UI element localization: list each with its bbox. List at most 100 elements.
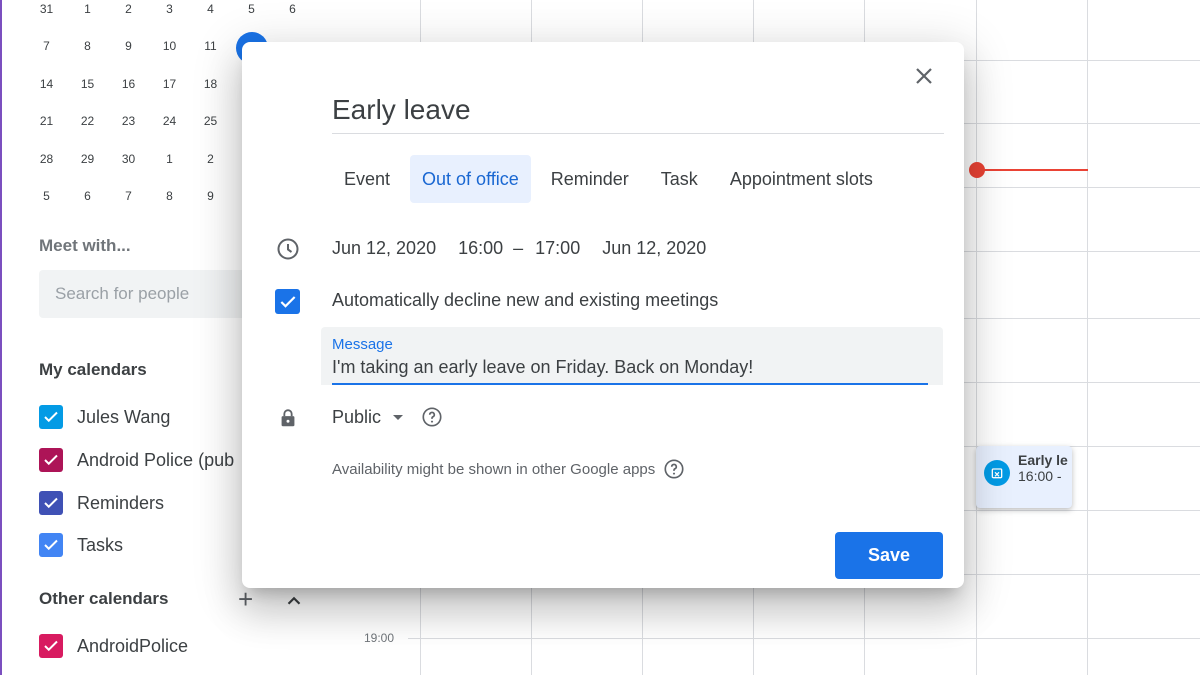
mini-calendar-day[interactable]: 16: [108, 77, 149, 91]
mini-calendar-day[interactable]: 11: [190, 39, 231, 53]
mini-calendar-day[interactable]: 18: [190, 77, 231, 91]
mini-calendar-day[interactable]: 14: [26, 77, 67, 91]
calendar-item-androidpolice[interactable]: AndroidPolice: [39, 634, 188, 658]
mini-calendar-day[interactable]: 23: [108, 114, 149, 128]
tab-reminder[interactable]: Reminder: [539, 155, 641, 203]
mini-calendar-day[interactable]: 6: [272, 2, 313, 16]
out-of-office-dialog: Early leave Event Out of office Reminder…: [242, 42, 964, 588]
mini-calendar-day[interactable]: 8: [67, 39, 108, 53]
mini-calendar-day[interactable]: 10: [149, 39, 190, 53]
mini-calendar-day[interactable]: 2: [190, 152, 231, 166]
current-time-dot: [969, 162, 985, 178]
calendar-label: Tasks: [77, 534, 124, 555]
close-icon[interactable]: [912, 64, 936, 88]
event-chip-early-leave[interactable]: Early le 16:00 -: [976, 446, 1072, 508]
mini-calendar-week: 31 1 2 3 4 5 6: [26, 0, 316, 28]
mini-calendar-day[interactable]: 9: [190, 189, 231, 203]
current-time-line: [976, 169, 1088, 171]
mini-calendar-day[interactable]: 29: [67, 152, 108, 166]
mini-calendar-day[interactable]: 24: [149, 114, 190, 128]
visibility-row: Public: [332, 406, 443, 428]
calendar-checkbox[interactable]: [39, 491, 63, 515]
calendar-checkbox[interactable]: [39, 405, 63, 429]
chevron-up-icon[interactable]: [283, 590, 305, 612]
calendar-checkbox[interactable]: [39, 533, 63, 557]
visibility-dropdown[interactable]: Public: [332, 407, 381, 428]
tab-appointment-slots[interactable]: Appointment slots: [718, 155, 885, 203]
calendar-label: Android Police (pub: [77, 449, 235, 470]
add-calendar-plus-icon[interactable]: +: [238, 586, 253, 612]
search-people-input[interactable]: Search for people: [39, 270, 259, 318]
availability-note: Availability might be shown in other Goo…: [332, 460, 656, 478]
calendar-checkbox[interactable]: [39, 634, 63, 658]
calendar-item-android-police-pub[interactable]: Android Police (pub: [39, 448, 234, 472]
mini-calendar-day[interactable]: 17: [149, 77, 190, 91]
check-icon: [44, 539, 58, 551]
decline-meetings-label[interactable]: Automatically decline new and existing m…: [332, 290, 718, 311]
date-time-row: Jun 12, 2020 16:00 – 17:00 Jun 12, 2020: [332, 238, 728, 259]
calendar-checkbox[interactable]: [39, 448, 63, 472]
mini-calendar-day[interactable]: 7: [108, 189, 149, 203]
end-date[interactable]: Jun 12, 2020: [602, 238, 706, 259]
calendar-item-tasks[interactable]: Tasks: [39, 533, 123, 557]
message-focus-underline: [332, 383, 928, 385]
calendar-item-jules-wang[interactable]: Jules Wang: [39, 405, 170, 429]
mini-calendar-day[interactable]: 2: [108, 2, 149, 16]
decline-meetings-checkbox[interactable]: [275, 289, 300, 314]
clock-icon: [275, 236, 301, 262]
end-time[interactable]: 17:00: [535, 238, 580, 259]
message-label: Message: [332, 336, 393, 353]
dropdown-caret-icon[interactable]: [393, 414, 404, 420]
mini-calendar-day[interactable]: 9: [108, 39, 149, 53]
meet-with-heading: Meet with...: [39, 236, 131, 255]
mini-calendar-day[interactable]: 1: [149, 152, 190, 166]
start-date[interactable]: Jun 12, 2020: [332, 238, 436, 259]
mini-calendar-day[interactable]: 8: [149, 189, 190, 203]
mini-calendar-day[interactable]: 4: [190, 2, 231, 16]
my-calendars-heading[interactable]: My calendars: [39, 360, 147, 380]
mini-calendar-day[interactable]: 6: [67, 189, 108, 203]
mini-calendar-day[interactable]: 5: [231, 2, 272, 16]
check-icon: [280, 295, 295, 308]
event-chip-title: Early le: [1018, 452, 1068, 468]
check-icon: [44, 454, 58, 466]
mini-calendar-day[interactable]: 31: [26, 2, 67, 16]
out-of-office-icon: [984, 460, 1010, 486]
calendar-label: Reminders: [77, 492, 165, 513]
mini-calendar-day[interactable]: 15: [67, 77, 108, 91]
mini-calendar-day[interactable]: 30: [108, 152, 149, 166]
help-icon[interactable]: [421, 406, 443, 428]
save-button[interactable]: Save: [835, 532, 943, 579]
message-input[interactable]: I'm taking an early leave on Friday. Bac…: [332, 357, 753, 378]
mini-calendar-day[interactable]: 21: [26, 114, 67, 128]
check-icon: [44, 497, 58, 509]
availability-note-row: Availability might be shown in other Goo…: [332, 458, 685, 480]
time-separator: –: [513, 238, 524, 258]
left-edge-bar: [0, 0, 2, 675]
tab-out-of-office[interactable]: Out of office: [410, 155, 531, 203]
tab-task[interactable]: Task: [649, 155, 710, 203]
event-type-tabs: Event Out of office Reminder Task Appoin…: [332, 155, 893, 203]
start-time[interactable]: 16:00: [458, 238, 503, 259]
mini-calendar-day[interactable]: 7: [26, 39, 67, 53]
event-title-input[interactable]: Early leave: [332, 90, 944, 134]
grid-hour-line: [420, 638, 1200, 639]
check-icon: [44, 640, 58, 652]
mini-calendar-day[interactable]: 28: [26, 152, 67, 166]
help-icon[interactable]: [663, 458, 685, 480]
other-calendars-heading[interactable]: Other calendars: [39, 589, 168, 609]
calendar-label: AndroidPolice: [77, 635, 189, 656]
mini-calendar-day[interactable]: 1: [67, 2, 108, 16]
mini-calendar-day[interactable]: 5: [26, 189, 67, 203]
lock-icon: [275, 405, 301, 431]
calendar-item-reminders[interactable]: Reminders: [39, 491, 164, 515]
mini-calendar-day[interactable]: 25: [190, 114, 231, 128]
time-label: 19:00: [364, 631, 395, 645]
mini-calendar-day[interactable]: 22: [67, 114, 108, 128]
message-field[interactable]: Message I'm taking an early leave on Fri…: [321, 327, 943, 385]
calendar-label: Jules Wang: [77, 406, 171, 427]
tab-event[interactable]: Event: [332, 155, 402, 203]
check-icon: [44, 411, 58, 423]
time-tick: [408, 638, 420, 639]
mini-calendar-day[interactable]: 3: [149, 2, 190, 16]
